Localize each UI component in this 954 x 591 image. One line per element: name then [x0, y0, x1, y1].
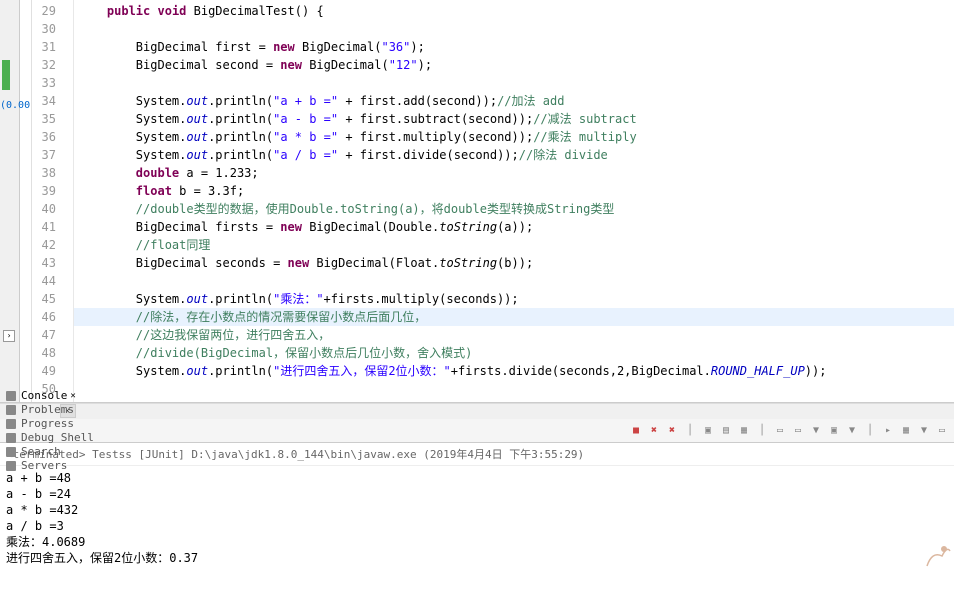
code-line[interactable]: BigDecimal seconds = new BigDecimal(Floa… [74, 254, 954, 272]
code-line[interactable]: public void BigDecimalTest() { [74, 2, 954, 20]
line-number-column: 2930313233343536373839404142434445464748… [32, 0, 60, 402]
code-line[interactable]: //float同理 [74, 236, 954, 254]
line-number: 47 [32, 326, 56, 344]
console-toolbar: ■✖✖│▣▤▦│▭▭▼▣▼│▸▦▼▭ [628, 423, 950, 439]
code-line[interactable]: double a = 1.233; [74, 164, 954, 182]
tab-label: Search [21, 445, 61, 458]
left-gutter: (0.00 › [0, 0, 20, 402]
code-line[interactable]: //这边我保留两位，进行四舍五入， [74, 326, 954, 344]
toolbar-button-9[interactable]: ▭ [790, 423, 806, 439]
line-number: 34 [32, 92, 56, 110]
line-number: 46 [32, 308, 56, 326]
line-number: 40 [32, 200, 56, 218]
toolbar-button-1[interactable]: ✖ [646, 423, 662, 439]
line-number: 36 [32, 128, 56, 146]
servers-icon [4, 459, 18, 473]
line-number: 43 [32, 254, 56, 272]
code-line[interactable]: System.out.println("a * b =" + first.mul… [74, 128, 954, 146]
problems-icon [4, 403, 18, 417]
toolbar-button-15[interactable]: ▦ [898, 423, 914, 439]
line-number: 41 [32, 218, 56, 236]
console-output[interactable]: a + b =48 a - b =24 a * b =432 a / b =3 … [0, 466, 954, 570]
line-number: 49 [32, 362, 56, 380]
line-number: 45 [32, 290, 56, 308]
line-number: 32 [32, 56, 56, 74]
tab-label: Console [21, 389, 67, 402]
line-number: 39 [32, 182, 56, 200]
tab-label: Progress [21, 417, 74, 430]
code-line[interactable]: System.out.println("乘法："+firsts.multiply… [74, 290, 954, 308]
code-column[interactable]: public void BigDecimalTest() { BigDecima… [74, 0, 954, 402]
decoration-image [922, 531, 952, 571]
line-number: 31 [32, 38, 56, 56]
code-line[interactable]: System.out.println("a - b =" + first.sub… [74, 110, 954, 128]
line-number: 42 [32, 236, 56, 254]
coverage-link[interactable]: (0.00 [0, 100, 30, 111]
marker-column [20, 0, 32, 402]
code-line[interactable]: System.out.println("a / b =" + first.div… [74, 146, 954, 164]
code-line[interactable]: System.out.println("进行四舍五入，保留2位小数："+firs… [74, 362, 954, 380]
progress-icon [4, 417, 18, 431]
toolbar-button-2[interactable]: ✖ [664, 423, 680, 439]
toolbar-button-13[interactable]: │ [862, 423, 878, 439]
toolbar-button-4[interactable]: ▣ [700, 423, 716, 439]
tab-servers[interactable]: Servers [4, 459, 94, 473]
toolbar-button-17[interactable]: ▭ [934, 423, 950, 439]
tab-progress[interactable]: Progress [4, 417, 94, 431]
code-line[interactable]: BigDecimal first = new BigDecimal("36"); [74, 38, 954, 56]
tab-label: Problems [21, 403, 74, 416]
fold-column [60, 0, 74, 402]
debug-icon [4, 431, 18, 445]
search-icon [4, 445, 18, 459]
code-line[interactable] [74, 380, 954, 398]
line-number: 35 [32, 110, 56, 128]
tab-label: Servers [21, 459, 67, 472]
toolbar-button-12[interactable]: ▼ [844, 423, 860, 439]
tab-problems[interactable]: Problems [4, 403, 94, 417]
toolbar-button-10[interactable]: ▼ [808, 423, 824, 439]
line-number: 33 [32, 74, 56, 92]
tab-search[interactable]: Search [4, 445, 94, 459]
tab-label: Debug Shell [21, 431, 94, 444]
line-number: 48 [32, 344, 56, 362]
toolbar-button-5[interactable]: ▤ [718, 423, 734, 439]
console-tab-bar: Console ✕ProblemsProgressDebug ShellSear… [0, 419, 954, 443]
toolbar-button-7[interactable]: │ [754, 423, 770, 439]
toolbar-button-11[interactable]: ▣ [826, 423, 842, 439]
line-number: 29 [32, 2, 56, 20]
code-line[interactable]: BigDecimal second = new BigDecimal("12")… [74, 56, 954, 74]
horizontal-scrollbar[interactable]: ‹ [0, 403, 954, 419]
toolbar-button-14[interactable]: ▸ [880, 423, 896, 439]
code-line[interactable]: //除法，存在小数点的情况需要保留小数点后面几位， [74, 308, 954, 326]
close-icon[interactable]: ✕ [70, 391, 75, 401]
code-line[interactable]: System.out.println("a + b =" + first.add… [74, 92, 954, 110]
code-line[interactable]: //double类型的数据，使用Double.toString(a)，将doub… [74, 200, 954, 218]
editor-area: (0.00 › 29303132333435363738394041424344… [0, 0, 954, 403]
expand-button[interactable]: › [3, 330, 15, 342]
line-number: 44 [32, 272, 56, 290]
coverage-bar [2, 60, 10, 90]
code-line[interactable]: float b = 3.3f; [74, 182, 954, 200]
code-line[interactable]: BigDecimal firsts = new BigDecimal(Doubl… [74, 218, 954, 236]
line-number: 38 [32, 164, 56, 182]
line-number: 30 [32, 20, 56, 38]
console-icon [4, 389, 18, 403]
line-number: 37 [32, 146, 56, 164]
toolbar-button-16[interactable]: ▼ [916, 423, 932, 439]
tab-debug-shell[interactable]: Debug Shell [4, 431, 94, 445]
code-line[interactable]: //divide(BigDecimal，保留小数点后几位小数，舍入模式) [74, 344, 954, 362]
console-header: <terminated> Testss [JUnit] D:\java\jdk1… [0, 443, 954, 466]
toolbar-button-8[interactable]: ▭ [772, 423, 788, 439]
toolbar-button-0[interactable]: ■ [628, 423, 644, 439]
toolbar-button-6[interactable]: ▦ [736, 423, 752, 439]
code-pane: 2930313233343536373839404142434445464748… [20, 0, 954, 402]
toolbar-button-3[interactable]: │ [682, 423, 698, 439]
console-panel: Console ✕ProblemsProgressDebug ShellSear… [0, 419, 954, 591]
code-line[interactable] [74, 20, 954, 38]
tab-console[interactable]: Console ✕ [4, 389, 94, 403]
code-line[interactable] [74, 74, 954, 92]
code-line[interactable] [74, 272, 954, 290]
